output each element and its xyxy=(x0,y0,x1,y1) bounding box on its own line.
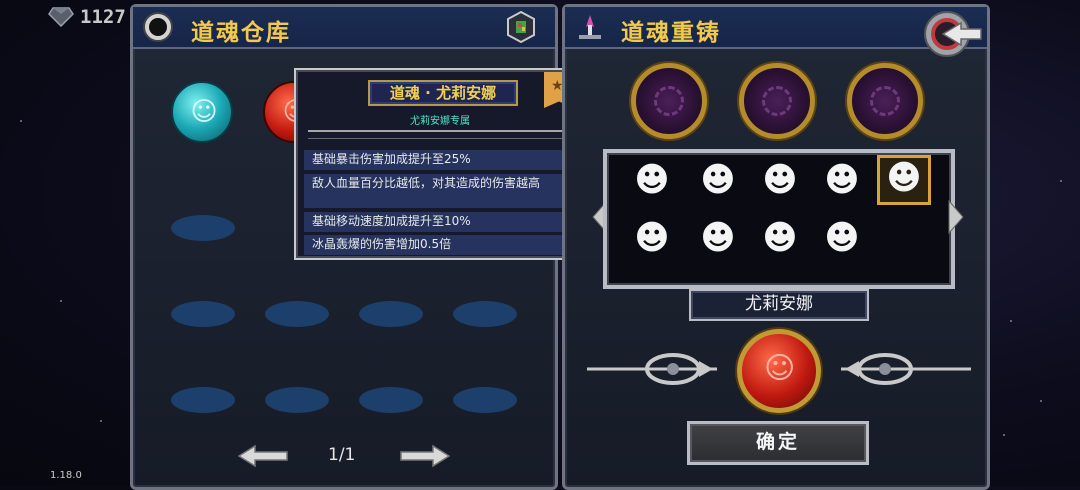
character-portrait[interactable]: ☻ xyxy=(695,215,741,261)
reforge-result-orb[interactable]: ☺ xyxy=(737,329,821,413)
tooltip-effect-line: 基础暴击伤害加成提升至25% xyxy=(304,150,576,170)
character-portrait[interactable]: ☻ xyxy=(819,215,865,261)
soul-tooltip: 道魂 · 尤莉安娜 ★ 尤莉安娜专属 基础暴击伤害加成提升至25% 敌人血量百分… xyxy=(294,68,586,260)
character-portrait[interactable]: ☻ xyxy=(695,157,741,203)
character-portrait[interactable]: ☻ xyxy=(629,215,675,261)
empty-soul-slot[interactable] xyxy=(453,301,517,327)
tooltip-effect-line: 冰晶轰爆的伤害增加0.5倍 xyxy=(304,235,576,255)
version-label: 1.18.0 xyxy=(50,470,82,481)
character-portrait[interactable]: ☻ xyxy=(757,215,803,261)
character-face-icon: ☺ xyxy=(190,97,218,127)
character-portrait[interactable]: ☻ xyxy=(819,157,865,203)
character-face-icon: ☺ xyxy=(764,351,796,386)
empty-soul-slot[interactable] xyxy=(265,301,329,327)
character-portrait[interactable]: ☻ xyxy=(757,157,803,203)
currency-display: 1127 xyxy=(48,4,126,30)
reforge-icon xyxy=(579,15,601,39)
ornament-left-icon xyxy=(587,353,717,385)
empty-soul-slot[interactable] xyxy=(359,301,423,327)
tooltip-effect-line: 基础移动速度加成提升至10% xyxy=(304,212,576,232)
gem-icon xyxy=(48,7,74,27)
character-portrait-selected[interactable]: ☻ xyxy=(877,155,931,205)
reforge-socket[interactable] xyxy=(739,63,815,139)
back-button-icon[interactable] xyxy=(921,9,983,59)
pager: 1/1 xyxy=(133,441,555,471)
ring-icon xyxy=(145,14,171,40)
empty-soul-slot[interactable] xyxy=(171,301,235,327)
character-grid: ☻ ☻ ☻ ☻ ☻ ☻ ☻ ☻ ☻ xyxy=(603,149,955,289)
page-indicator: 1/1 xyxy=(328,445,356,465)
grid-right-arrow-icon[interactable] xyxy=(947,199,965,235)
confirm-button[interactable]: 确定 xyxy=(687,421,869,465)
empty-soul-slot[interactable] xyxy=(453,387,517,413)
soul-reforge-panel: 道魂重铸 ☻ ☻ ☻ ☻ ☻ ☻ ☻ ☻ ☻ 尤莉安娜 ☺ 确定 xyxy=(562,4,990,490)
inventory-bag-icon[interactable] xyxy=(507,11,535,43)
tooltip-effect-line: 敌人血量百分比越低，对其造成的伤害越高 xyxy=(304,174,576,208)
reforge-title: 道魂重铸 xyxy=(621,20,721,46)
tooltip-subtitle: 尤莉安娜专属 xyxy=(410,116,470,127)
empty-soul-slot[interactable] xyxy=(171,215,235,241)
ornament-right-icon xyxy=(841,353,971,385)
character-portrait[interactable]: ☻ xyxy=(629,157,675,203)
storage-title: 道魂仓库 xyxy=(191,20,291,46)
tooltip-divider xyxy=(308,130,572,139)
reforge-socket[interactable] xyxy=(631,63,707,139)
empty-soul-slot[interactable] xyxy=(265,387,329,413)
selected-character-name: 尤莉安娜 xyxy=(689,289,869,321)
empty-soul-slot[interactable] xyxy=(171,387,235,413)
prev-page-arrow-icon[interactable] xyxy=(237,444,289,468)
storage-header: 道魂仓库 xyxy=(133,7,555,49)
gem-count: 1127 xyxy=(80,6,126,28)
tooltip-title: 道魂 · 尤莉安娜 xyxy=(368,80,518,106)
reforge-socket[interactable] xyxy=(847,63,923,139)
next-page-arrow-icon[interactable] xyxy=(399,444,451,468)
empty-soul-slot[interactable] xyxy=(359,387,423,413)
soul-orb-blue[interactable]: ☺ xyxy=(171,81,233,143)
